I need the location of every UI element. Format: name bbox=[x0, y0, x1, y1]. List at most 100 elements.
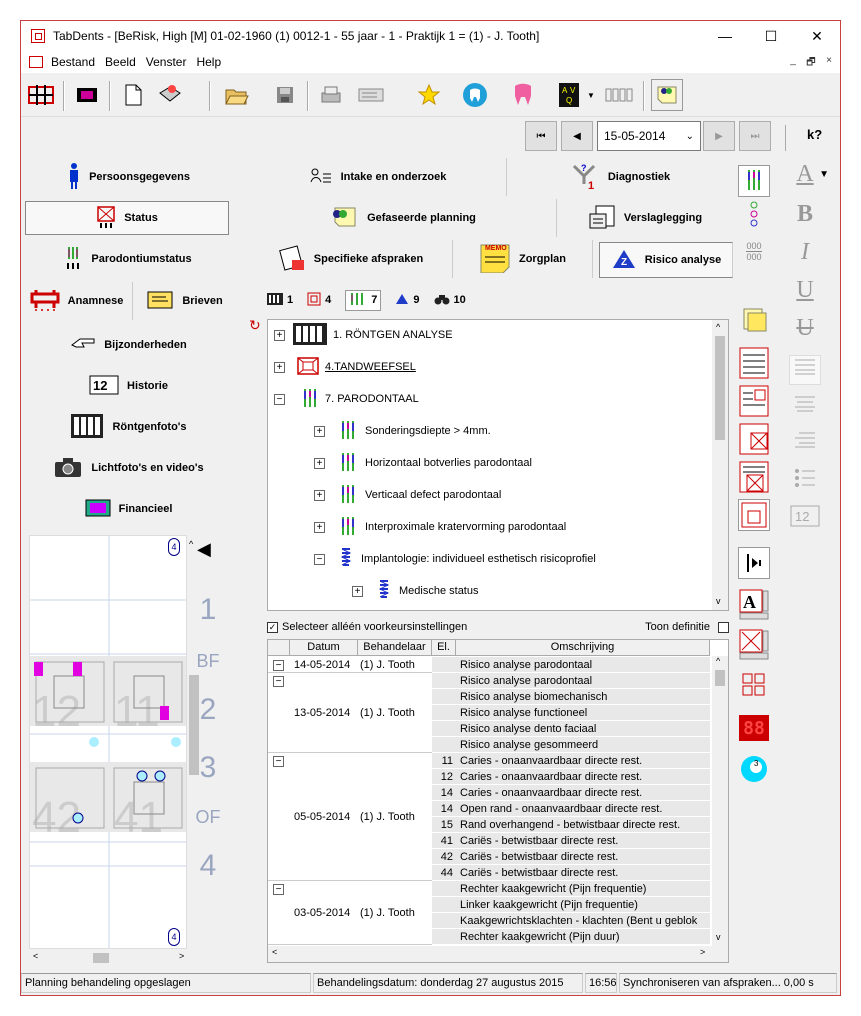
toon-definitie-checkbox[interactable] bbox=[718, 621, 729, 633]
scrollbar-thumb[interactable] bbox=[93, 953, 109, 963]
new-document-icon[interactable] bbox=[117, 79, 149, 111]
collapse-icon[interactable]: − bbox=[273, 884, 284, 895]
parodontium-icon[interactable] bbox=[738, 165, 770, 197]
grid-header-element[interactable]: El. bbox=[432, 640, 456, 656]
print-preview-icon[interactable] bbox=[355, 79, 387, 111]
expand-icon[interactable]: + bbox=[314, 489, 325, 501]
filter-xray[interactable]: 1 bbox=[267, 292, 293, 308]
context-help-button[interactable]: k? bbox=[807, 127, 822, 142]
expand-icon[interactable]: + bbox=[274, 361, 285, 373]
tree-node-verticaal[interactable]: + Verticaal defect parodontaal bbox=[314, 484, 501, 506]
nav-brieven[interactable]: Brieven bbox=[133, 282, 236, 320]
italic-button[interactable]: I bbox=[783, 239, 827, 269]
table-cell-omschrijving[interactable]: Cariës - betwistbaar directe rest. bbox=[456, 849, 710, 865]
grid-chart-icon[interactable] bbox=[25, 79, 57, 111]
nav-bijzonderheden[interactable]: Bijzonderheden bbox=[21, 326, 236, 364]
mdi-close-button[interactable]: × bbox=[821, 55, 837, 66]
tab-verslaglegging[interactable]: Verslaglegging bbox=[557, 199, 733, 237]
dental-chart[interactable]: 12 11 42 41 4 4 bbox=[29, 535, 187, 949]
table-cell-omschrijving[interactable]: Rand overhangend - betwistbaar directe r… bbox=[456, 817, 710, 833]
previous-date-button[interactable]: ◀ bbox=[561, 121, 593, 151]
table-cell-omschrijving[interactable]: Kaakgewrichtsklachten - klachten (Bent u… bbox=[456, 913, 710, 929]
split-box-icon[interactable] bbox=[738, 423, 770, 455]
nav-financieel[interactable]: Financieel bbox=[21, 490, 236, 528]
date-picker[interactable]: 15-05-2014 ⌄ bbox=[597, 121, 701, 151]
expand-icon[interactable]: + bbox=[274, 329, 285, 341]
tree-vertical-scrollbar[interactable]: ^ v bbox=[712, 320, 728, 610]
grid-header-behandelaar[interactable]: Behandelaar bbox=[358, 640, 432, 656]
collapse-icon[interactable]: − bbox=[273, 660, 284, 671]
align-center-button[interactable] bbox=[783, 393, 827, 423]
table-cell-omschrijving[interactable]: Risico analyse dento faciaal bbox=[456, 721, 710, 737]
history-grid[interactable]: Datum Behandelaar El. Omschrijving −14-0… bbox=[267, 639, 729, 963]
table-cell-omschrijving[interactable]: Risico analyse parodontaal bbox=[456, 657, 710, 673]
table-row-group[interactable]: − 13-05-2014 (1) J. Tooth Risico analyse pa… bbox=[268, 673, 710, 753]
grid-horizontal-scrollbar[interactable]: < > bbox=[268, 946, 728, 962]
filter-risico[interactable]: 9 bbox=[395, 293, 420, 308]
menu-beeld[interactable]: Beeld bbox=[105, 55, 136, 69]
triangle-left-icon[interactable]: ◀ bbox=[197, 539, 211, 560]
refresh-icon[interactable]: ↻ bbox=[249, 317, 261, 334]
tab-specifieke-afspraken[interactable]: Specifieke afspraken bbox=[249, 240, 453, 278]
pink-tooth-icon[interactable] bbox=[507, 79, 539, 111]
tree-node-interproximaal[interactable]: + Interproximale kratervorming parodonta… bbox=[314, 516, 566, 538]
tree-node-sondering[interactable]: + Sonderingsdiepte > 4mm. bbox=[314, 420, 491, 442]
expand-icon[interactable]: + bbox=[352, 585, 363, 597]
nav-persoonsgegevens[interactable]: Persoonsgegevens bbox=[21, 158, 236, 196]
table-cell-omschrijving[interactable]: Rechter kaakgewricht (Pijn frequentie) bbox=[456, 881, 710, 897]
avq-icon[interactable]: AVQ bbox=[553, 79, 585, 111]
chevron-up-icon[interactable]: ^ bbox=[189, 539, 193, 549]
align-right-button[interactable] bbox=[783, 429, 827, 459]
tooth-surface-icon[interactable] bbox=[738, 499, 770, 531]
font-color-button[interactable]: A ▼ bbox=[783, 161, 829, 191]
nav-lichtfotos[interactable]: Lichtfoto's en video's bbox=[21, 449, 236, 487]
text-format-icon[interactable]: A bbox=[738, 589, 770, 621]
print-icon[interactable] bbox=[315, 79, 347, 111]
film-icon[interactable] bbox=[71, 79, 103, 111]
last-date-button[interactable]: ⏭ bbox=[739, 121, 771, 151]
chevron-right-icon[interactable]: > bbox=[700, 947, 705, 957]
collapse-icon[interactable]: − bbox=[274, 393, 285, 405]
grid-boxes-icon[interactable] bbox=[738, 669, 770, 701]
tree-node-horizontaal[interactable]: + Horizontaal botverlies parodontaal bbox=[314, 452, 532, 474]
table-cell-omschrijving[interactable]: Open rand - onaanvaardbaar directe rest. bbox=[456, 801, 710, 817]
menu-help[interactable]: Help bbox=[196, 55, 221, 69]
star-icon[interactable] bbox=[413, 79, 445, 111]
tree-node-implantologie[interactable]: − Implantologie: individueel esthetisch … bbox=[314, 547, 596, 570]
align-left-button[interactable] bbox=[789, 355, 821, 385]
tooth-globe-icon[interactable] bbox=[459, 79, 491, 111]
tab-zorgplan[interactable]: MEMO Zorgplan bbox=[453, 240, 593, 278]
minimize-button[interactable]: — bbox=[702, 21, 748, 51]
cross-box-format-icon[interactable] bbox=[738, 629, 770, 661]
maximize-button[interactable]: ☐ bbox=[748, 21, 794, 51]
collapse-icon[interactable]: − bbox=[273, 676, 284, 687]
close-button[interactable]: ✕ bbox=[794, 21, 840, 51]
chart-horizontal-scrollbar[interactable]: < > bbox=[29, 951, 201, 965]
nav-historie[interactable]: 12 Historie bbox=[21, 367, 236, 405]
table-cell-omschrijving[interactable]: Linker kaakgewricht (Pijn frequentie) bbox=[456, 897, 710, 913]
table-cell-omschrijving[interactable]: Risico analyse functioneel bbox=[456, 705, 710, 721]
numbered-list-button[interactable]: 12 bbox=[783, 505, 827, 535]
mdi-minimize-button[interactable]: _ bbox=[785, 55, 801, 66]
menu-venster[interactable]: Venster bbox=[146, 55, 187, 69]
tree-node-parodontaal[interactable]: − 7. PARODONTAAL bbox=[274, 388, 419, 410]
tab-diagnostiek[interactable]: 1? Diagnostiek bbox=[507, 158, 733, 196]
table-cell-omschrijving[interactable]: Caries - onaanvaardbaar directe rest. bbox=[456, 785, 710, 801]
chevron-down-icon[interactable]: v bbox=[716, 932, 721, 942]
nav-anamnese[interactable]: Anamnese bbox=[21, 282, 133, 320]
mdi-restore-button[interactable]: 🗗 bbox=[803, 55, 819, 72]
strikethrough-button[interactable]: U bbox=[783, 315, 827, 345]
teeth-row-icon[interactable] bbox=[603, 79, 635, 111]
voorkeur-checkbox[interactable]: ✓ bbox=[267, 621, 278, 633]
nav-parodontiumstatus[interactable]: Parodontiumstatus bbox=[21, 240, 236, 278]
box-lines-icon[interactable] bbox=[738, 461, 770, 493]
bold-button[interactable]: B bbox=[783, 201, 827, 231]
dots-icon[interactable] bbox=[738, 199, 770, 231]
list-red-icon[interactable] bbox=[738, 347, 770, 379]
chevron-down-icon[interactable]: ▼ bbox=[587, 91, 595, 100]
grid-header-datum[interactable]: Datum bbox=[290, 640, 358, 656]
grid-vertical-scrollbar[interactable]: ^ v bbox=[712, 656, 728, 946]
expand-icon[interactable]: + bbox=[314, 521, 325, 533]
expand-icon[interactable]: + bbox=[314, 457, 325, 469]
chevron-right-icon[interactable]: > bbox=[179, 951, 184, 961]
